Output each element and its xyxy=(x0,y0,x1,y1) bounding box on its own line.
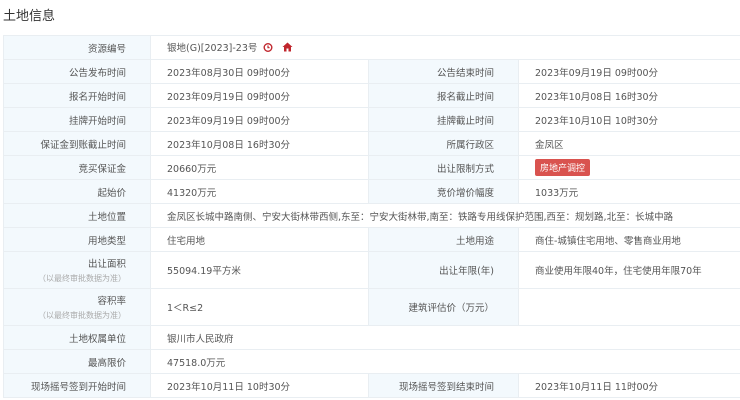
row-value: 41320万元 xyxy=(150,179,369,204)
table-row: 资源编号 银地(G)[2023]-23号 xyxy=(3,35,740,60)
row-label: 公告发布时间 xyxy=(3,59,151,84)
row-label: 所属行政区 xyxy=(368,131,519,156)
row-label: 起始价 xyxy=(3,179,151,204)
table-row: 最高限价 47518.0万元 xyxy=(3,349,740,374)
row-value: 商业使用年限40年，住宅使用年限70年 xyxy=(517,251,740,289)
row-label: 建筑评估价（万元） xyxy=(368,288,519,326)
row-value: 2023年10月11日 10时30分 xyxy=(150,373,369,398)
row-value: 金凤区 xyxy=(517,131,740,156)
table-row: 公告发布时间 2023年08月30日 09时00分 公告结束时间 2023年09月19… xyxy=(3,59,740,84)
table-row: 挂牌开始时间 2023年09月19日 09时00分 挂牌截止时间 2023年10月10… xyxy=(3,107,740,132)
label-text: 出让面积 xyxy=(87,259,126,270)
row-value: 2023年09月19日 09时00分 xyxy=(517,59,740,84)
row-value: 20660万元 xyxy=(150,155,369,180)
row-label: 土地权属单位 xyxy=(3,325,151,350)
table-row: 保证金到账截止时间 2023年10月08日 16时30分 所属行政区 金凤区 xyxy=(3,131,740,156)
row-value: 住宅用地 xyxy=(150,227,369,252)
row-label: 土地用途 xyxy=(368,227,519,252)
row-label: 竞价增价幅度 xyxy=(368,179,519,204)
row-label: 出让限制方式 xyxy=(368,155,519,180)
row-label: 公告结束时间 xyxy=(368,59,519,84)
row-value xyxy=(517,288,740,326)
table-row: 出让面积 （以最终审批数据为准） 55094.19平方米 出让年限(年) 商业使用年限4… xyxy=(3,251,740,289)
row-value: 金凤区长城中路南侧、宁安大街林带西侧,东至：宁安大街林带,南至：铁路专用线保护范… xyxy=(149,203,740,228)
row-value: 2023年10月11日 11时00分 xyxy=(517,373,740,398)
row-value: 房地产调控 xyxy=(517,155,740,180)
row-value: 2023年10月10日 10时30分 xyxy=(517,107,740,132)
home-icon[interactable] xyxy=(282,42,293,55)
row-value: 2023年10月08日 16时30分 xyxy=(517,83,740,108)
restriction-badge: 房地产调控 xyxy=(535,159,591,176)
clock-icon[interactable] xyxy=(263,42,273,55)
row-label: 容积率 （以最终审批数据为准） xyxy=(3,288,151,326)
land-info-table: 资源编号 银地(G)[2023]-23号 公告发布时间 2023年08月30日 09… xyxy=(3,35,740,398)
table-row: 竞买保证金 20660万元 出让限制方式 房地产调控 xyxy=(3,155,740,180)
table-row: 起始价 41320万元 竞价增价幅度 1033万元 xyxy=(3,179,740,204)
label-note: （以最终审批数据为准） xyxy=(38,311,126,320)
row-value: 2023年09月19日 09时00分 xyxy=(150,83,369,108)
table-row: 用地类型 住宅用地 土地用途 商住-城镇住宅用地、零售商业用地 xyxy=(3,227,740,252)
row-label: 报名开始时间 xyxy=(3,83,151,108)
row-label: 最高限价 xyxy=(3,349,151,374)
label-note: （以最终审批数据为准） xyxy=(38,274,126,283)
row-value: 2023年10月08日 16时30分 xyxy=(150,131,369,156)
row-value: 2023年08月30日 09时00分 xyxy=(150,59,369,84)
row-value: 47518.0万元 xyxy=(149,349,740,374)
row-label: 现场摇号签到开始时间 xyxy=(3,373,151,398)
row-label: 出让面积 （以最终审批数据为准） xyxy=(3,251,151,289)
row-value: 银川市人民政府 xyxy=(149,325,740,350)
row-label: 报名截止时间 xyxy=(368,83,519,108)
table-row: 土地权属单位 银川市人民政府 xyxy=(3,325,740,350)
row-label: 现场摇号签到结束时间 xyxy=(368,373,519,398)
resource-id: 银地(G)[2023]-23号 xyxy=(167,43,258,54)
table-row: 现场摇号签到开始时间 2023年10月11日 10时30分 现场摇号签到结束时间 20… xyxy=(3,373,740,398)
row-label: 挂牌截止时间 xyxy=(368,107,519,132)
row-label: 资源编号 xyxy=(3,35,151,60)
table-row: 容积率 （以最终审批数据为准） 1＜R≤2 建筑评估价（万元） xyxy=(3,288,740,326)
row-label: 土地位置 xyxy=(3,203,151,228)
page-title: 土地信息 xyxy=(3,9,56,24)
row-label: 保证金到账截止时间 xyxy=(3,131,151,156)
row-value: 2023年09月19日 09时00分 xyxy=(150,107,369,132)
row-label: 出让年限(年) xyxy=(368,251,519,289)
row-label: 用地类型 xyxy=(3,227,151,252)
table-row: 报名开始时间 2023年09月19日 09时00分 报名截止时间 2023年10月08… xyxy=(3,83,740,108)
row-value: 55094.19平方米 xyxy=(150,251,369,289)
row-value: 商住-城镇住宅用地、零售商业用地 xyxy=(517,227,740,252)
row-label: 竞买保证金 xyxy=(3,155,151,180)
row-value: 1＜R≤2 xyxy=(150,288,369,326)
row-value: 银地(G)[2023]-23号 xyxy=(149,35,740,60)
table-row: 土地位置 金凤区长城中路南侧、宁安大街林带西侧,东至：宁安大街林带,南至：铁路专用… xyxy=(3,203,740,228)
row-label: 挂牌开始时间 xyxy=(3,107,151,132)
row-value: 1033万元 xyxy=(517,179,740,204)
label-text: 容积率 xyxy=(97,296,126,307)
